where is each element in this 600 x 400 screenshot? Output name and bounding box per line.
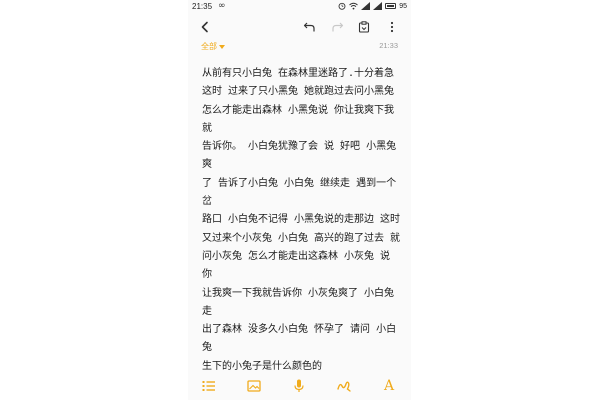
status-indicators: 95	[338, 2, 407, 10]
battery-icon	[385, 3, 397, 9]
status-bar: 21:35 ∞ 95	[188, 0, 411, 14]
status-time: 21:35	[192, 2, 213, 11]
font-format-icon[interactable]: A	[381, 378, 397, 394]
chevron-down-icon	[219, 44, 225, 49]
folder-selector[interactable]: 全部	[201, 41, 225, 52]
share-icon[interactable]	[355, 18, 373, 36]
note-toolbar	[188, 14, 411, 40]
redo-icon[interactable]	[328, 18, 346, 36]
checklist-icon[interactable]	[201, 378, 217, 394]
note-meta-row: 全部 21:33	[188, 40, 411, 54]
alarm-icon	[338, 2, 346, 10]
handwriting-icon[interactable]	[336, 378, 352, 394]
editor-bottom-toolbar: A	[188, 372, 411, 400]
microphone-icon[interactable]	[291, 378, 307, 394]
infinity-icon: ∞	[218, 1, 226, 11]
image-icon[interactable]	[246, 378, 262, 394]
battery-level: 95	[399, 2, 407, 10]
font-glyph: A	[383, 378, 395, 394]
signal-icon	[361, 2, 371, 10]
note-timestamp: 21:33	[379, 41, 398, 50]
wifi-icon	[349, 2, 358, 10]
note-editor-screen: 21:35 ∞ 95 全部 21:33 从前有只小白兔 在森林里迷路了.十分着急…	[188, 0, 411, 400]
back-arrow-icon[interactable]	[196, 18, 214, 36]
signal-icon-2	[373, 2, 383, 10]
undo-icon[interactable]	[300, 18, 318, 36]
more-vertical-icon[interactable]	[383, 18, 401, 36]
folder-label: 全部	[201, 42, 217, 51]
note-content[interactable]: 从前有只小白兔 在森林里迷路了.十分着急 这时 过来了只小黑兔 她就跑过去问小黑…	[202, 65, 402, 376]
